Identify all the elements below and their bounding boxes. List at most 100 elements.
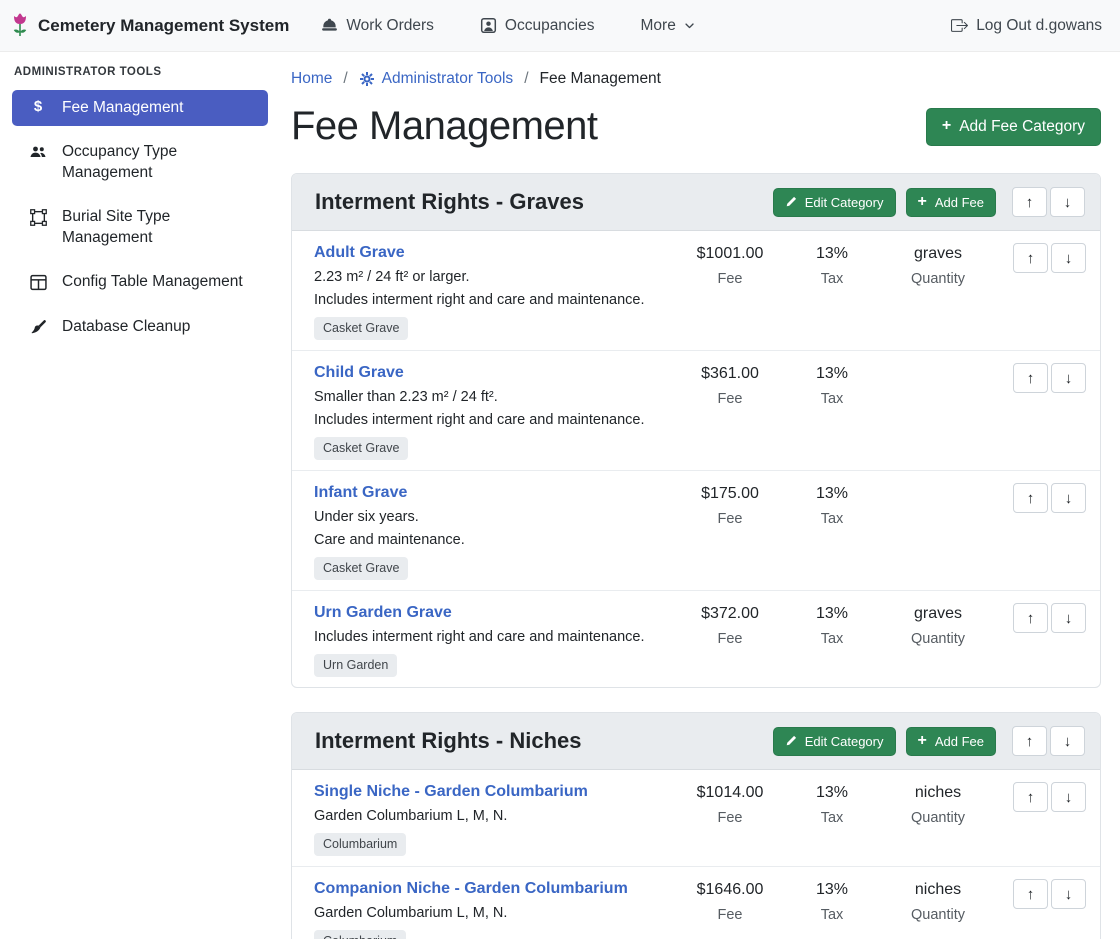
fee-tax-col: 13% Tax <box>782 782 882 826</box>
move-fee-down-button[interactable]: ↓ <box>1051 243 1086 273</box>
breadcrumb-current: Fee Management <box>540 70 662 88</box>
edit-category-button[interactable]: Edit Category <box>773 188 896 217</box>
fee-amount-label: Fee <box>678 810 782 826</box>
fee-amount-col: $361.00 Fee <box>678 363 782 407</box>
move-fee-down-button[interactable]: ↓ <box>1051 603 1086 633</box>
sidebar-item-label: Burial Site Type Management <box>62 207 258 248</box>
fee-tax-col: 13% Tax <box>782 879 882 923</box>
move-fee-up-button[interactable]: ↑ <box>1013 483 1048 513</box>
fee-name-link[interactable]: Companion Niche - Garden Columbarium <box>314 879 678 899</box>
fee-quantity-label: Quantity <box>882 907 994 923</box>
bounding-box-icon <box>28 209 48 226</box>
fee-info: Child Grave Smaller than 2.23 m² / 24 ft… <box>306 363 678 460</box>
move-fee-up-button[interactable]: ↑ <box>1013 782 1048 812</box>
fee-amount-label: Fee <box>678 511 782 527</box>
add-fee-label: Add Fee <box>935 195 984 210</box>
sidebar-item-database-cleanup[interactable]: Database Cleanup <box>12 309 268 345</box>
fee-row: Urn Garden Grave Includes interment righ… <box>292 590 1100 687</box>
nav-work-orders[interactable]: Work Orders <box>321 17 434 35</box>
move-fee-down-button[interactable]: ↓ <box>1051 879 1086 909</box>
move-fee-down-button[interactable]: ↓ <box>1051 782 1086 812</box>
brand-link[interactable]: Cemetery Management System <box>10 13 289 39</box>
sidebar: Administrator Tools $ Fee Management Occ… <box>0 52 280 939</box>
sidebar-item-config-table[interactable]: Config Table Management <box>12 264 268 300</box>
breadcrumb-home-link[interactable]: Home <box>291 70 332 88</box>
fee-quantity-unit: niches <box>882 881 994 899</box>
fee-amount-label: Fee <box>678 907 782 923</box>
fee-type-badge: Columbarium <box>314 833 406 856</box>
edit-category-button[interactable]: Edit Category <box>773 727 896 756</box>
fee-tax-label: Tax <box>782 631 882 647</box>
fee-name-link[interactable]: Child Grave <box>314 363 678 383</box>
sidebar-item-occupancy-type[interactable]: Occupancy Type Management <box>12 134 268 191</box>
top-navbar: Cemetery Management System Work Orders <box>0 0 1120 52</box>
category-card-graves: Interment Rights - Graves Edit Category … <box>291 173 1101 688</box>
fee-tax: 13% <box>782 605 882 623</box>
move-category-up-button[interactable]: ↑ <box>1012 187 1047 217</box>
fee-quantity-col <box>882 483 994 485</box>
move-fee-up-button[interactable]: ↑ <box>1013 603 1048 633</box>
fee-description: Under six years. <box>314 509 678 526</box>
sidebar-item-label: Fee Management <box>62 98 184 118</box>
fee-reorder-controls: ↑ ↓ <box>994 603 1086 633</box>
add-fee-button[interactable]: + Add Fee <box>906 188 997 217</box>
fee-name-link[interactable]: Single Niche - Garden Columbarium <box>314 782 678 802</box>
nav-occupancies[interactable]: Occupancies <box>480 17 595 35</box>
fee-tax: 13% <box>782 365 882 383</box>
fee-quantity-col: niches Quantity <box>882 879 994 923</box>
sidebar-item-fee-management[interactable]: $ Fee Management <box>12 90 268 126</box>
fee-tax-col: 13% Tax <box>782 243 882 287</box>
fee-tax-label: Tax <box>782 810 882 826</box>
category-reorder-controls: ↑ ↓ <box>1012 726 1085 756</box>
logout-label: Log Out d.gowans <box>976 17 1102 35</box>
move-fee-up-button[interactable]: ↑ <box>1013 243 1048 273</box>
move-fee-down-button[interactable]: ↓ <box>1051 363 1086 393</box>
sidebar-item-label: Config Table Management <box>62 272 243 292</box>
fee-description: 2.23 m² / 24 ft² or larger. <box>314 269 678 286</box>
sidebar-item-burial-site-type[interactable]: Burial Site Type Management <box>12 199 268 256</box>
fee-reorder-controls: ↑ ↓ <box>994 363 1086 393</box>
fee-reorder-controls: ↑ ↓ <box>994 782 1086 812</box>
move-fee-up-button[interactable]: ↑ <box>1013 879 1048 909</box>
fee-amount: $1001.00 <box>678 245 782 263</box>
move-category-down-button[interactable]: ↓ <box>1050 187 1085 217</box>
sidebar-item-label: Database Cleanup <box>62 317 190 337</box>
fee-description: Includes interment right and care and ma… <box>314 629 678 646</box>
fee-amount: $1646.00 <box>678 881 782 899</box>
fee-tax-col: 13% Tax <box>782 483 882 527</box>
fee-row: Single Niche - Garden Columbarium Garden… <box>292 770 1100 866</box>
nav-more-dropdown[interactable]: More <box>641 17 695 35</box>
fee-type-badge: Casket Grave <box>314 437 408 460</box>
fee-reorder-controls: ↑ ↓ <box>994 483 1086 513</box>
fee-description: Includes interment right and care and ma… <box>314 412 678 429</box>
category-header: Interment Rights - Graves Edit Category … <box>292 174 1100 231</box>
fee-quantity-unit: niches <box>882 784 994 802</box>
fee-name-link[interactable]: Infant Grave <box>314 483 678 503</box>
main-content: Home / <box>280 52 1120 939</box>
move-fee-down-button[interactable]: ↓ <box>1051 483 1086 513</box>
move-category-down-button[interactable]: ↓ <box>1050 726 1085 756</box>
add-fee-button[interactable]: + Add Fee <box>906 727 997 756</box>
add-fee-category-button[interactable]: + Add Fee Category <box>926 108 1101 146</box>
fee-description: Garden Columbarium L, M, N. <box>314 808 678 825</box>
fee-quantity-col <box>882 363 994 365</box>
move-fee-up-button[interactable]: ↑ <box>1013 363 1048 393</box>
page-title: Fee Management <box>291 104 598 149</box>
fee-type-badge: Casket Grave <box>314 317 408 340</box>
fee-tax-col: 13% Tax <box>782 603 882 647</box>
fee-info: Single Niche - Garden Columbarium Garden… <box>306 782 678 856</box>
move-category-up-button[interactable]: ↑ <box>1012 726 1047 756</box>
logout-link[interactable]: Log Out d.gowans <box>951 17 1102 35</box>
fee-description: Garden Columbarium L, M, N. <box>314 905 678 922</box>
fee-amount-label: Fee <box>678 631 782 647</box>
breadcrumb-admin-tools-link[interactable]: Administrator Tools <box>359 70 514 88</box>
fee-quantity-unit: graves <box>882 605 994 623</box>
add-fee-label: Add Fee <box>935 734 984 749</box>
fee-row: Child Grave Smaller than 2.23 m² / 24 ft… <box>292 350 1100 470</box>
fee-info: Adult Grave 2.23 m² / 24 ft² or larger. … <box>306 243 678 340</box>
hard-hat-icon <box>321 17 338 34</box>
fee-name-link[interactable]: Urn Garden Grave <box>314 603 678 623</box>
nav-occupancies-label: Occupancies <box>505 17 595 35</box>
fee-name-link[interactable]: Adult Grave <box>314 243 678 263</box>
fee-amount-col: $175.00 Fee <box>678 483 782 527</box>
